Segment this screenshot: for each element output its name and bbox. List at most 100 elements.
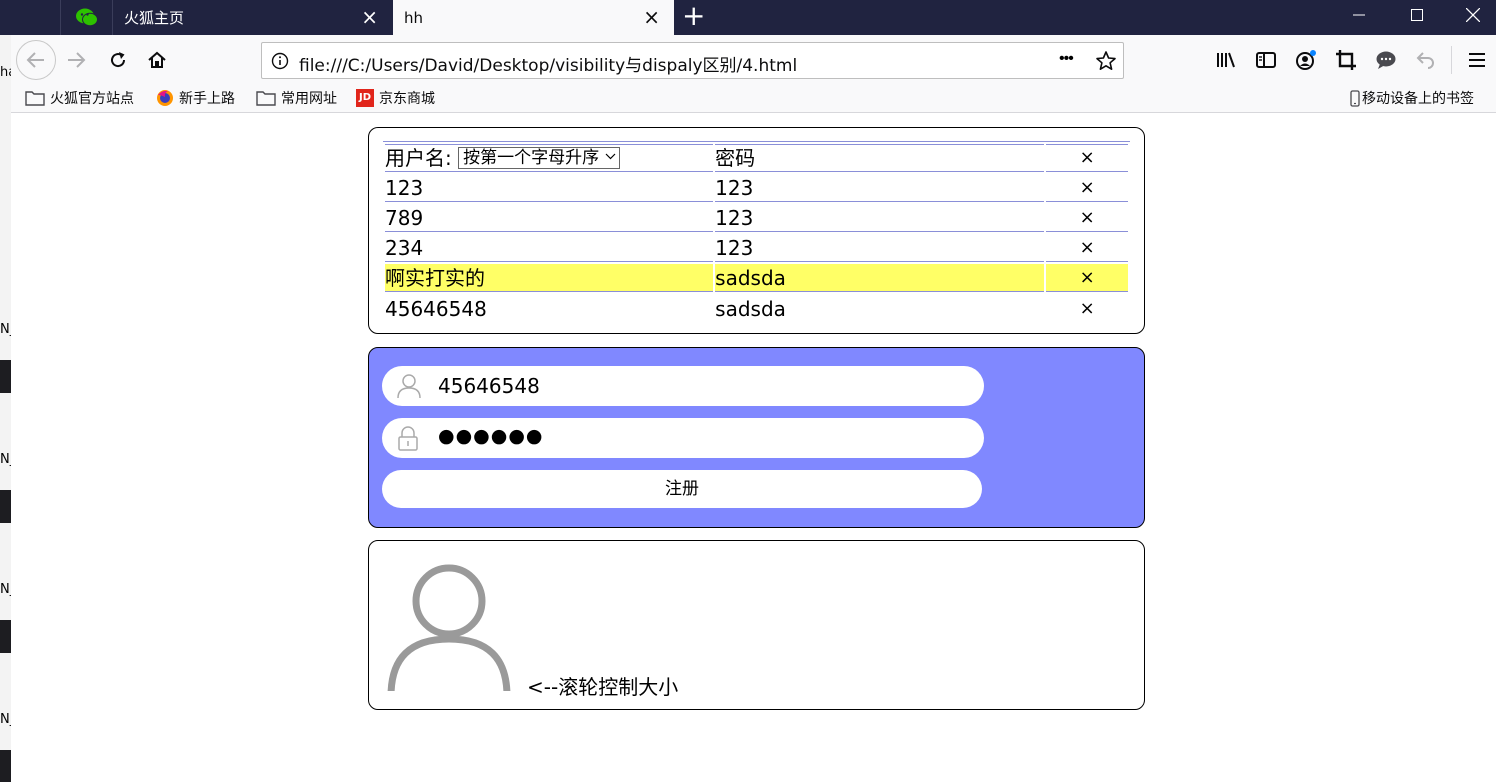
hamburger-menu-icon [1469,53,1485,67]
reload-button[interactable] [105,47,131,73]
tab-label: 火狐主页 [124,9,185,27]
username-header: 用户名: 按第一个字母升序 [385,144,714,172]
table-header-row: 用户名: 按第一个字母升序 密码 × [385,144,1128,172]
folder-icon [25,91,45,106]
register-form-panel: 45646548 ●●●●●● 注册 [368,347,1145,528]
url-text[interactable]: file:///C:/Users/David/Desktop/visibilit… [299,51,797,76]
sort-select[interactable]: 按第一个字母升序 [458,147,621,169]
jd-icon: JD [356,89,374,107]
firefox-icon [157,90,173,106]
user-table-panel: 用户名: 按第一个字母升序 密码 × 123 123 × 789 123 × 2… [368,127,1145,334]
screenshot-button[interactable] [1334,48,1358,72]
minimize-button[interactable] [1336,0,1382,30]
bookmark-item[interactable]: 常用网址 [256,88,337,108]
desktop-label: N_ [0,582,11,597]
username-cell: 789 [385,204,714,232]
forward-arrow-icon [68,52,86,68]
register-button[interactable]: 注册 [382,470,982,508]
sidebar-button[interactable] [1254,48,1278,72]
table-row: 45646548 sadsda × [385,294,1128,322]
tab-strip: 火狐主页 × hh × + [0,0,1496,35]
avatar[interactable] [387,561,513,691]
back-button[interactable] [16,40,56,80]
crop-icon [1336,50,1356,70]
tab-wechat[interactable] [60,0,112,35]
menu-button[interactable] [1465,48,1489,72]
tab-label: hh [404,8,424,27]
account-icon [1296,50,1316,70]
bookmark-label: 新手上路 [179,91,235,107]
folder-icon [256,91,276,106]
table-row-highlighted: 啊实打实的 sadsda × [385,264,1128,292]
bookmark-item[interactable]: 新手上路 [156,88,235,108]
table-row: 123 123 × [385,174,1128,202]
info-icon[interactable] [271,52,289,70]
new-tab-button[interactable]: + [682,2,705,30]
sidebar-icon [1256,52,1276,68]
mobile-bookmarks-label: 移动设备上的书签 [1362,91,1474,107]
url-bar[interactable]: file:///C:/Users/David/Desktop/visibilit… [261,42,1124,79]
delete-row-icon[interactable]: × [1046,204,1128,232]
username-cell: 啊实打实的 [385,264,714,292]
close-icon [1466,8,1480,22]
chat-bubble-icon [1376,51,1396,69]
desktop-tile [0,263,11,360]
bookmark-label: 京东商城 [379,91,435,107]
close-window-button[interactable] [1450,0,1496,30]
bookmark-label: 火狐官方站点 [50,91,134,107]
delete-header-icon[interactable]: × [1046,144,1128,172]
tab-firefox-home[interactable]: 火狐主页 × [112,0,392,35]
delete-row-icon[interactable]: × [1046,264,1128,292]
maximize-button[interactable] [1394,0,1440,30]
avatar-panel: <--滚轮控制大小 [368,540,1145,710]
library-button[interactable] [1214,48,1238,72]
sort-select-value: 按第一个字母升序 [463,148,600,168]
desktop-tile [0,523,11,620]
desktop-tile [0,393,11,490]
navigation-toolbar: file:///C:/Users/David/Desktop/visibilit… [11,35,1496,84]
desktop-strip: ha N_ N_ N_ N_ [0,35,11,782]
undo-button[interactable] [1414,48,1438,72]
desktop-label: N_ [0,322,11,337]
username-cell: 123 [385,174,714,202]
bookmark-label: 常用网址 [281,91,337,107]
delete-row-icon[interactable]: × [1046,234,1128,262]
username-field[interactable]: 45646548 [382,366,984,406]
bookmark-item[interactable]: JD 京东商城 [356,88,435,108]
password-field[interactable]: ●●●●●● [382,418,984,458]
user-icon [397,374,421,399]
home-icon [148,51,166,68]
page-actions-icon[interactable]: ••• [1059,50,1074,68]
tab-hh[interactable]: hh × [393,0,674,35]
delete-row-icon[interactable]: × [1046,174,1128,202]
home-button[interactable] [144,47,170,73]
desktop-label: ha [0,65,11,80]
username-cell: 45646548 [385,297,487,321]
forward-button[interactable] [63,47,89,73]
desktop-label: N_ [0,712,11,727]
user-avatar-icon [387,564,511,691]
desktop-tile [0,653,11,750]
bookmark-star-icon[interactable] [1095,50,1117,72]
mobile-bookmarks[interactable]: 移动设备上的书签 [1350,88,1474,108]
minimize-icon [1353,14,1365,16]
bookmark-item[interactable]: 火狐官方站点 [25,88,134,108]
toolbar-divider [1451,46,1452,74]
account-button[interactable] [1294,48,1318,72]
tab-close-icon[interactable]: × [361,6,378,28]
back-arrow-icon [26,52,44,68]
desktop-label: N_ [0,452,11,467]
table-row: 789 123 × [385,204,1128,232]
lock-icon [398,426,418,451]
table-row: 234 123 × [385,234,1128,262]
password-cell: 123 [715,234,1045,262]
username-field-value: 45646548 [438,374,540,398]
bookmarks-toolbar: 火狐官方站点 新手上路 常用网址 JD 京东商城 移动设备上的书签 [11,84,1496,113]
delete-row-icon[interactable]: × [1046,294,1128,322]
password-cell: 123 [715,204,1045,232]
maximize-icon [1411,9,1423,21]
chat-button[interactable] [1374,48,1398,72]
chevron-down-icon [605,153,616,160]
reload-icon [111,52,126,68]
tab-close-icon[interactable]: × [643,6,660,28]
